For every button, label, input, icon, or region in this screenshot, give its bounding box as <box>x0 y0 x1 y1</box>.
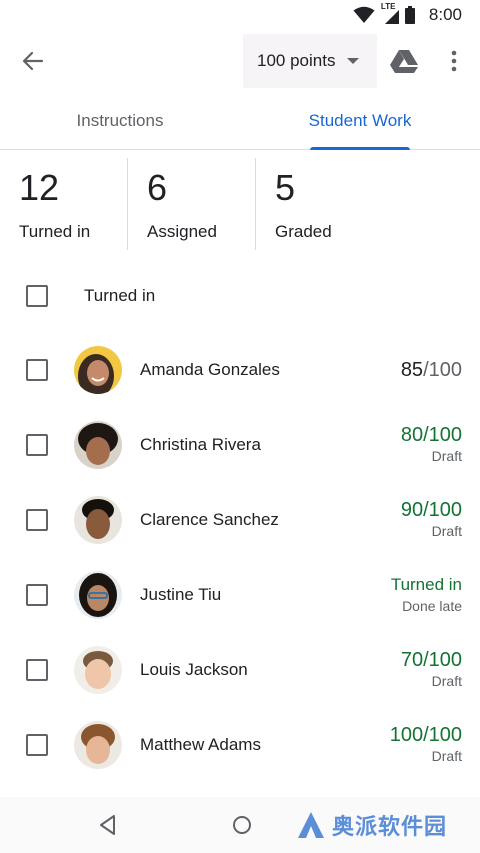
grade-denominator: /100 <box>423 359 462 381</box>
stat-value: 12 <box>19 167 60 208</box>
grade-status: Done late <box>402 598 462 614</box>
grade-status: Draft <box>431 448 462 464</box>
nav-home-icon[interactable] <box>228 811 256 839</box>
battery-icon <box>404 6 415 24</box>
tab-bar: Instructions Student Work <box>0 92 480 150</box>
app-bar: 100 points <box>0 30 480 92</box>
points-dropdown[interactable]: 100 points <box>243 34 377 88</box>
student-row[interactable]: Louis Jackson 70/100 Draft <box>0 634 480 709</box>
section-header: Turned in <box>0 258 480 334</box>
student-name: Louis Jackson <box>140 660 248 679</box>
avatar <box>74 346 122 394</box>
student-checkbox[interactable] <box>26 509 48 531</box>
stat-turned-in[interactable]: 12 Turned in <box>0 158 128 250</box>
stat-label: Turned in <box>19 222 91 241</box>
grade-score: 85 <box>400 359 424 381</box>
student-checkbox[interactable] <box>26 434 48 456</box>
select-all-checkbox[interactable] <box>26 285 48 307</box>
student-row[interactable]: Clarence Sanchez 90/100 Draft <box>0 484 480 559</box>
student-checkbox[interactable] <box>26 734 48 756</box>
tab-student-work[interactable]: Student Work <box>280 92 440 150</box>
stat-value: 5 <box>275 167 296 208</box>
grade: 100/100 Draft <box>390 723 462 764</box>
student-checkbox[interactable] <box>26 659 48 681</box>
avatar <box>74 646 122 694</box>
tab-instructions[interactable]: Instructions <box>40 92 200 150</box>
drive-button[interactable] <box>384 42 424 80</box>
stat-label: Graded <box>275 222 332 241</box>
section-title: Turned in <box>84 286 156 305</box>
stat-value: 6 <box>147 167 168 208</box>
watermark: 奥派软件园 <box>296 809 447 841</box>
dropdown-arrow-icon <box>347 58 360 64</box>
avatar <box>74 496 122 544</box>
avatar <box>74 421 122 469</box>
grade-status: Draft <box>431 523 462 539</box>
grade-score: 90/100 <box>400 499 462 521</box>
student-row[interactable]: Amanda Gonzales 85/100 <box>0 334 480 409</box>
grade-score: 100/100 <box>389 724 462 746</box>
grade-score: 80/100 <box>400 424 462 446</box>
grade: 90/100 Draft <box>401 498 462 539</box>
nav-back-icon[interactable] <box>94 811 122 839</box>
stat-graded[interactable]: 5 Graded <box>256 158 384 250</box>
system-nav-bar: 奥派软件园 <box>0 797 480 853</box>
student-row[interactable]: Justine Tiu Turned in Done late <box>0 559 480 634</box>
arrow-back-icon <box>22 51 44 71</box>
avatar <box>74 721 122 769</box>
wifi-icon <box>353 6 375 23</box>
student-row[interactable]: Matthew Adams 100/100 Draft <box>0 709 480 784</box>
avatar <box>74 571 122 619</box>
grade-status: Draft <box>431 673 462 689</box>
watermark-logo-icon <box>298 812 324 838</box>
watermark-text: 奥派软件园 <box>332 814 448 839</box>
status-bar: LTE 8:00 <box>0 0 480 30</box>
student-row[interactable]: Christina Rivera 80/100 Draft <box>0 409 480 484</box>
student-name: Clarence Sanchez <box>140 510 279 529</box>
student-name: Amanda Gonzales <box>140 360 280 379</box>
grade: 85/100 <box>401 348 462 382</box>
student-name: Matthew Adams <box>140 735 261 754</box>
grade: 80/100 Draft <box>401 423 462 464</box>
google-drive-icon <box>390 50 418 73</box>
student-checkbox[interactable] <box>26 584 48 606</box>
grade-score: 70/100 <box>400 649 462 671</box>
lte-icon: LTE <box>381 2 399 24</box>
stat-label: Assigned <box>147 222 217 241</box>
stat-assigned[interactable]: 6 Assigned <box>128 158 256 250</box>
stats-summary: 12 Turned in 6 Assigned 5 Graded <box>0 150 480 254</box>
grade: Turned in Done late <box>391 573 462 614</box>
grade-score: Turned in <box>390 575 462 594</box>
student-checkbox[interactable] <box>26 359 48 381</box>
more-options-button[interactable] <box>436 42 472 80</box>
grade: 70/100 Draft <box>401 648 462 689</box>
student-name: Christina Rivera <box>140 435 261 454</box>
back-button[interactable] <box>14 42 52 80</box>
clock: 8:00 <box>428 5 462 24</box>
more-vert-icon <box>451 50 457 72</box>
points-label: 100 points <box>257 51 336 70</box>
student-name: Justine Tiu <box>140 585 222 604</box>
grade-status: Draft <box>431 748 462 764</box>
